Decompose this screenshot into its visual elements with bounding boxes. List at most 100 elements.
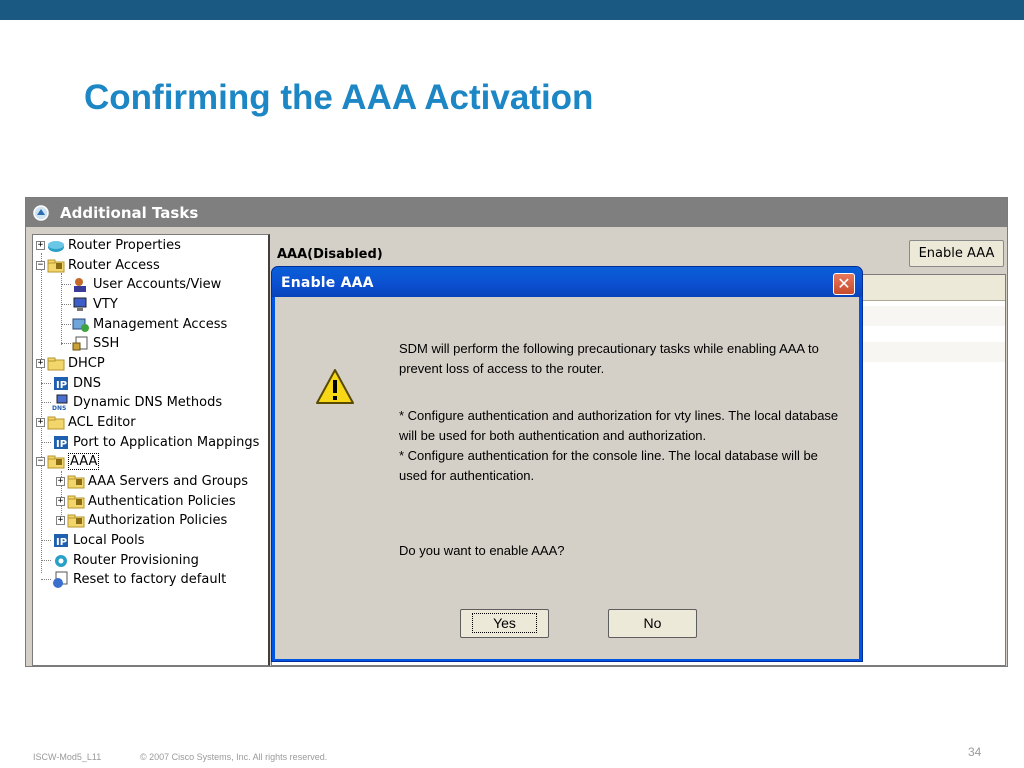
folder-lock-icon [67, 475, 85, 489]
expand-icon[interactable]: + [56, 477, 65, 486]
svg-text:IP: IP [56, 439, 67, 450]
ip-icon: IP [54, 436, 68, 450]
tree-connector [61, 304, 71, 305]
warning-icon [316, 369, 354, 404]
dialog-title: Enable AAA [281, 275, 374, 291]
collapse-icon[interactable]: − [36, 261, 45, 270]
footer-course-id: ISCW-Mod5_L11 [33, 752, 102, 762]
tree-connector [41, 442, 51, 443]
tree-label: Management Access [93, 317, 228, 332]
footer-copyright: © 2007 Cisco Systems, Inc. All rights re… [140, 752, 328, 762]
tree-label: Authorization Policies [88, 513, 228, 528]
close-button[interactable]: ✕ [833, 273, 855, 295]
tree-item-port-app-mappings[interactable]: IP Port to Application Mappings [41, 433, 259, 452]
header-title: Additional Tasks [60, 204, 199, 222]
tree-connector [61, 324, 71, 325]
tree-item-router-provisioning[interactable]: Router Provisioning [41, 551, 199, 570]
tree-connector [41, 383, 51, 384]
svg-text:IP: IP [56, 380, 67, 391]
router-icon [48, 241, 64, 252]
tree-item-router-access[interactable]: − Router Access [36, 256, 160, 275]
tree-label: Router Properties [68, 238, 181, 253]
folder-icon [47, 357, 65, 371]
close-icon: ✕ [837, 274, 851, 293]
tasks-icon [33, 205, 49, 221]
ssh-lock-icon [72, 336, 88, 351]
tree-item-dynamic-dns[interactable]: DNS Dynamic DNS Methods [41, 393, 222, 412]
folder-lock-icon [47, 455, 65, 469]
tree-item-user-accounts[interactable]: User Accounts/View [61, 275, 221, 294]
dialog-body: SDM will perform the following precautio… [275, 297, 859, 659]
tree-label-selected: AAA [68, 453, 100, 470]
monitor-icon [73, 297, 87, 311]
tree-item-aaa[interactable]: − AAA [36, 452, 100, 471]
tree-label: SSH [93, 336, 120, 351]
tree-label: DHCP [68, 356, 105, 371]
expand-icon[interactable]: + [36, 418, 45, 427]
tree-connector [41, 579, 51, 580]
tree-item-ssh[interactable]: SSH [61, 334, 119, 353]
tree-item-authorization-policies[interactable]: + Authorization Policies [56, 511, 227, 530]
tree-item-router-properties[interactable]: + Router Properties [36, 236, 181, 255]
dialog-message-intro: SDM will perform the following precautio… [399, 341, 819, 376]
list-row [862, 306, 1005, 326]
dialog-question: Do you want to enable AAA? [399, 543, 565, 558]
dialog-title-bar[interactable]: Enable AAA ✕ [272, 267, 862, 297]
dialog-message-vty: * Configure authentication and authoriza… [399, 408, 839, 443]
list-row [862, 342, 1005, 362]
tree-connector [41, 540, 51, 541]
expand-icon[interactable]: + [56, 497, 65, 506]
dialog-message-console: * Configure authentication for the conso… [399, 448, 818, 483]
tree-label: Local Pools [73, 533, 145, 548]
slide-title: Confirming the AAA Activation [84, 78, 594, 117]
folder-lock-icon [67, 495, 85, 509]
expand-icon[interactable]: + [56, 516, 65, 525]
additional-tasks-header: Additional Tasks [26, 198, 1007, 227]
enable-aaa-button[interactable]: Enable AAA [909, 240, 1004, 267]
expand-icon[interactable]: + [36, 359, 45, 368]
page-number: 34 [968, 745, 982, 759]
dns-icon: DNS [52, 394, 68, 411]
collapse-icon[interactable]: − [36, 457, 45, 466]
tree-label: Router Provisioning [73, 553, 199, 568]
tree-label: Dynamic DNS Methods [73, 395, 223, 410]
provisioning-icon [55, 555, 67, 567]
task-tree: + Router Properties − Router Access User… [32, 234, 270, 666]
slide-top-bar [0, 0, 1024, 20]
svg-text:DNS: DNS [52, 405, 66, 411]
folder-icon [47, 416, 65, 430]
tree-connector [41, 402, 51, 403]
tree-label: Authentication Policies [88, 494, 236, 509]
tree-item-dns[interactable]: IP DNS [41, 374, 101, 393]
tree-label: DNS [73, 376, 101, 391]
no-label: No [643, 615, 662, 631]
tree-item-dhcp[interactable]: + DHCP [36, 354, 105, 373]
management-icon [72, 318, 89, 332]
tree-label: AAA Servers and Groups [88, 474, 249, 489]
ip-icon: IP [54, 377, 68, 391]
no-button[interactable]: No [608, 609, 697, 638]
enable-aaa-dialog: Enable AAA ✕ SDM will perform the follow… [271, 266, 863, 662]
yes-button[interactable]: Yes [460, 609, 549, 638]
users-icon [74, 278, 86, 292]
tree-connector [41, 560, 51, 561]
tree-label: ACL Editor [68, 415, 136, 430]
reset-icon [53, 571, 68, 588]
tree-label: Port to Application Mappings [73, 435, 260, 450]
tree-item-vty[interactable]: VTY [61, 295, 118, 314]
svg-text:IP: IP [56, 537, 67, 548]
tree-item-local-pools[interactable]: IP Local Pools [41, 531, 145, 550]
tree-connector [61, 343, 71, 344]
tree-item-authentication-policies[interactable]: + Authentication Policies [56, 492, 236, 511]
expand-icon[interactable]: + [36, 241, 45, 250]
tree-connector [61, 284, 71, 285]
tree-label: VTY [93, 297, 118, 312]
tree-item-management-access[interactable]: Management Access [61, 315, 227, 334]
ip-icon: IP [54, 534, 68, 548]
tree-item-aaa-servers[interactable]: + AAA Servers and Groups [56, 472, 248, 491]
aaa-status-label: AAA(Disabled) [277, 247, 383, 262]
tree-item-acl-editor[interactable]: + ACL Editor [36, 413, 136, 432]
folder-lock-icon [67, 514, 85, 528]
tree-label: Reset to factory default [73, 572, 227, 587]
tree-item-reset-factory[interactable]: Reset to factory default [41, 570, 226, 589]
